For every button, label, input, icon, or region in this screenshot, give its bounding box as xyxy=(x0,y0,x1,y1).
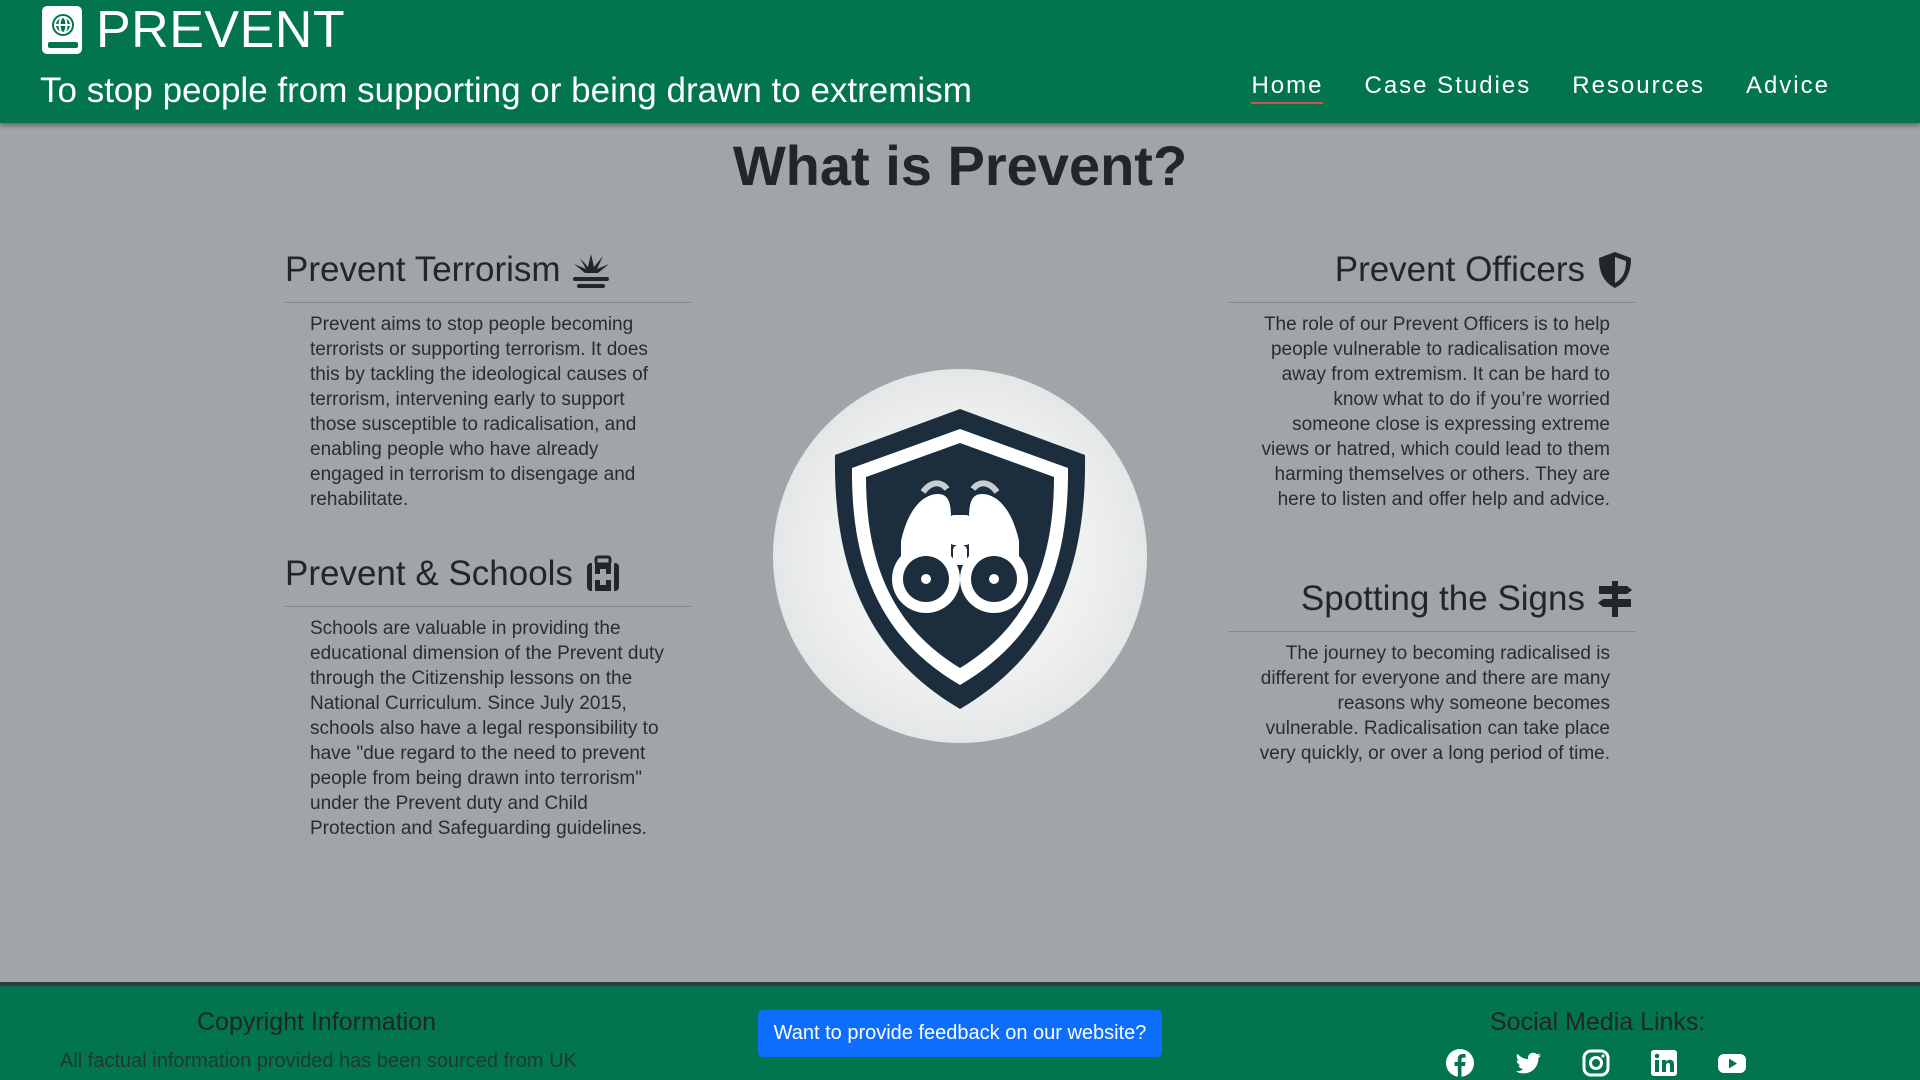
section-prevent-terrorism: Prevent Terrorism Prevent aims to stop p… xyxy=(285,246,691,512)
page-title: What is Prevent? xyxy=(732,134,1188,197)
section-spotting-signs: Spotting the Signs The journey to becomi… xyxy=(1229,575,1635,766)
section-prevent-schools: Prevent & Schools Schools are valuable i… xyxy=(285,550,691,841)
section-text: Schools are valuable in providing the ed… xyxy=(310,618,664,839)
youtube-icon[interactable] xyxy=(1717,1048,1747,1078)
section-title-text: Prevent Terrorism xyxy=(285,250,561,289)
section-text: The role of our Prevent Officers is to h… xyxy=(1261,314,1610,510)
section-title-text: Prevent Officers xyxy=(1334,250,1585,289)
section-title-text: Prevent & Schools xyxy=(285,554,573,593)
instagram-icon[interactable] xyxy=(1581,1048,1611,1078)
linkedin-icon[interactable] xyxy=(1649,1048,1679,1078)
section-title: Prevent & Schools xyxy=(285,550,691,607)
explosion-icon xyxy=(572,254,609,288)
section-text: The journey to becoming radicalised is d… xyxy=(1259,643,1610,764)
section-title: Prevent Officers xyxy=(1229,246,1635,303)
shield-binoculars-logo xyxy=(773,369,1147,743)
copyright-text: All factual information provided has bee… xyxy=(60,1050,577,1072)
facebook-icon[interactable] xyxy=(1445,1048,1475,1078)
nav-home[interactable]: Home xyxy=(1251,70,1324,104)
tagline: To stop people from supporting or being … xyxy=(40,71,972,110)
globe-book-icon xyxy=(42,6,82,54)
site-footer: Copyright Information All factual inform… xyxy=(0,982,1920,1080)
signpost-icon xyxy=(1598,581,1632,617)
brand[interactable]: PREVENT xyxy=(40,2,345,58)
site-header: PREVENT To stop people from supporting o… xyxy=(0,0,1920,123)
section-prevent-officers: Prevent Officers The role of our Prevent… xyxy=(1229,246,1635,512)
social-title: Social Media Links: xyxy=(1490,1008,1706,1036)
nav-advice[interactable]: Advice xyxy=(1746,70,1830,104)
shield-binoculars-icon xyxy=(834,409,1086,709)
nav-case-studies[interactable]: Case Studies xyxy=(1364,70,1531,104)
section-title: Spotting the Signs xyxy=(1229,575,1635,632)
section-title-text: Spotting the Signs xyxy=(1300,579,1585,618)
copyright-title: Copyright Information xyxy=(197,1008,437,1036)
section-title: Prevent Terrorism xyxy=(285,246,691,303)
shield-icon xyxy=(1599,252,1631,288)
twitter-icon[interactable] xyxy=(1513,1048,1543,1078)
main-nav: Home Case Studies Resources Advice xyxy=(1251,70,1830,104)
feedback-button[interactable]: Want to provide feedback on our website? xyxy=(758,1010,1162,1057)
nav-resources[interactable]: Resources xyxy=(1572,70,1705,104)
social-links xyxy=(1445,1048,1747,1078)
section-text: Prevent aims to stop people becoming ter… xyxy=(310,314,648,510)
brand-title: PREVENT xyxy=(96,1,346,59)
first-aid-bag-icon xyxy=(586,555,619,591)
